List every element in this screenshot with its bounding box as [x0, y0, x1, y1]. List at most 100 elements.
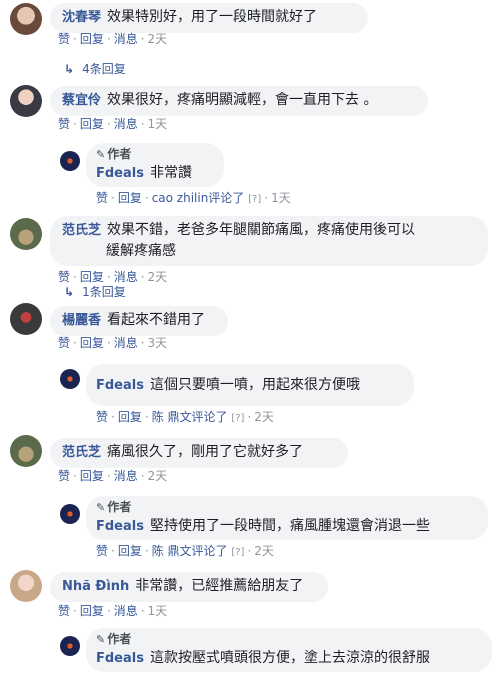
reply-actions: 赞 · 回复 · 陈 鼎文评论了 [?] · 2天	[96, 410, 274, 424]
avatar[interactable]	[10, 435, 42, 467]
reply-button[interactable]: 回复	[80, 270, 104, 284]
reply-author-name[interactable]: Fdeals	[96, 166, 144, 181]
replies-count[interactable]: 1条回复	[82, 285, 126, 299]
comment-actions: 赞 · 回复 · 消息 · 2天	[58, 32, 168, 46]
comment-actions: 赞 · 回复 · 消息 · 2天	[58, 469, 168, 483]
reply-text: 這款按壓式噴頭很方便，塗上去涼涼的很舒服	[149, 650, 430, 666]
reply-arrow-icon: ↳	[64, 285, 75, 299]
reply-arrow-icon: ↳	[64, 62, 75, 76]
author-badge: ✎ 作者	[96, 499, 478, 516]
message-button[interactable]: 消息	[114, 604, 138, 618]
author-label: 作者	[107, 500, 132, 514]
comment-bubble: 范氏芝 效果不錯，老爸多年腿關節痛風，疼痛使用後可以 緩解疼痛感	[50, 216, 488, 266]
like-button[interactable]: 赞	[58, 32, 70, 46]
comment-text: 效果很好，疼痛明顯減輕，會一直用下去 。	[107, 92, 378, 108]
like-button[interactable]: 赞	[96, 410, 108, 424]
commenter-name[interactable]: 蔡宜伶	[62, 93, 101, 108]
reply-text: 堅持使用了一段時間，痛風腫塊還會消退一些	[149, 518, 430, 534]
reply-text: 這個只要噴一噴，用起來很方便哦	[149, 377, 360, 393]
commenter-name[interactable]: 范氏芝	[62, 223, 101, 238]
reply-bubble: ✎ 作者 Fdeals 這款按壓式噴頭很方便，塗上去涼涼的很舒服	[86, 628, 492, 672]
timestamp[interactable]: 2天	[148, 270, 168, 284]
commenter-name[interactable]: 沈春琴	[62, 10, 101, 25]
pencil-icon: ✎	[96, 501, 106, 514]
reply-button[interactable]: 回复	[80, 117, 104, 131]
author-badge: ✎ 作者	[96, 146, 214, 163]
like-button[interactable]: 赞	[96, 191, 108, 205]
reply-text: 非常讚	[149, 165, 192, 181]
like-button[interactable]: 赞	[58, 469, 70, 483]
help-marker[interactable]: [?]	[231, 547, 244, 558]
reply-button[interactable]: 回复	[80, 604, 104, 618]
reply-button[interactable]: 回复	[80, 336, 104, 350]
comment-text: 看起來不錯用了	[107, 312, 206, 328]
comment-text: 效果不錯，老爸多年腿關節痛風，疼痛使用後可以	[107, 222, 416, 238]
commented-by[interactable]: 陈 鼎文评论了	[152, 410, 228, 424]
reply-button[interactable]: 回复	[80, 469, 104, 483]
page-avatar[interactable]	[60, 151, 80, 171]
timestamp[interactable]: 2天	[148, 469, 168, 483]
comment-text: 非常讚，已經推薦給朋友了	[135, 578, 304, 594]
reply-button[interactable]: 回复	[118, 410, 142, 424]
message-button[interactable]: 消息	[114, 117, 138, 131]
replies-count[interactable]: 4条回复	[82, 62, 126, 76]
commenter-name[interactable]: 楊麗香	[62, 313, 101, 328]
comment-text: 效果特別好，用了一段時間就好了	[107, 9, 318, 25]
like-button[interactable]: 赞	[96, 544, 108, 558]
reply-bubble: ✎ 作者 Fdeals 堅持使用了一段時間，痛風腫塊還會消退一些	[86, 496, 488, 540]
comment-bubble: Nhã Đình 非常讚，已經推薦給朋友了	[50, 572, 328, 602]
author-label: 作者	[107, 147, 132, 161]
reply-author-name[interactable]: Fdeals	[96, 519, 144, 534]
reply-button[interactable]: 回复	[80, 32, 104, 46]
comment-actions: 赞 · 回复 · 消息 · 1天	[58, 604, 168, 618]
comment-actions: 赞 · 回复 · 消息 · 2天	[58, 270, 168, 284]
timestamp[interactable]: 1天	[271, 191, 291, 205]
comment-actions: 赞 · 回复 · 消息 · 1天	[58, 117, 168, 131]
reply-bubble: Fdeals 這個只要噴一噴，用起來很方便哦	[86, 364, 414, 406]
view-replies-link[interactable]: ↳ 1条回复	[64, 284, 126, 300]
comment-bubble: 范氏芝 痛風很久了，剛用了它就好多了	[50, 438, 348, 468]
avatar[interactable]	[10, 303, 42, 335]
like-button[interactable]: 赞	[58, 604, 70, 618]
view-replies-link[interactable]: ↳ 4条回复	[64, 61, 126, 77]
comment-text: 痛風很久了，剛用了它就好多了	[107, 444, 304, 460]
like-button[interactable]: 赞	[58, 117, 70, 131]
like-button[interactable]: 赞	[58, 336, 70, 350]
author-label: 作者	[107, 632, 132, 646]
message-button[interactable]: 消息	[114, 336, 138, 350]
comment-bubble: 蔡宜伶 效果很好，疼痛明顯減輕，會一直用下去 。	[50, 86, 428, 116]
timestamp[interactable]: 2天	[254, 410, 274, 424]
page-avatar[interactable]	[60, 369, 80, 389]
timestamp[interactable]: 1天	[148, 604, 168, 618]
commented-by[interactable]: cao zhilin评论了	[152, 191, 245, 205]
comment-text-continued: 緩解疼痛感	[106, 243, 176, 259]
help-marker[interactable]: [?]	[231, 413, 244, 424]
comment-bubble: 楊麗香 看起來不錯用了	[50, 306, 228, 336]
help-marker[interactable]: [?]	[248, 194, 261, 205]
commenter-name[interactable]: 范氏芝	[62, 445, 101, 460]
reply-author-name[interactable]: Fdeals	[96, 378, 144, 393]
avatar[interactable]	[10, 3, 42, 35]
timestamp[interactable]: 3天	[148, 336, 168, 350]
pencil-icon: ✎	[96, 633, 106, 646]
comment-actions: 赞 · 回复 · 消息 · 3天	[58, 336, 168, 350]
message-button[interactable]: 消息	[114, 32, 138, 46]
avatar[interactable]	[10, 85, 42, 117]
reply-author-name[interactable]: Fdeals	[96, 651, 144, 666]
page-avatar[interactable]	[60, 636, 80, 656]
reply-button[interactable]: 回复	[118, 544, 142, 558]
pencil-icon: ✎	[96, 148, 106, 161]
timestamp[interactable]: 2天	[254, 544, 274, 558]
like-button[interactable]: 赞	[58, 270, 70, 284]
commented-by[interactable]: 陈 鼎文评论了	[152, 544, 228, 558]
message-button[interactable]: 消息	[114, 270, 138, 284]
message-button[interactable]: 消息	[114, 469, 138, 483]
avatar[interactable]	[10, 570, 42, 602]
timestamp[interactable]: 1天	[148, 117, 168, 131]
timestamp[interactable]: 2天	[148, 32, 168, 46]
commenter-name[interactable]: Nhã Đình	[62, 579, 129, 594]
reply-button[interactable]: 回复	[118, 191, 142, 205]
avatar[interactable]	[10, 218, 42, 250]
author-badge: ✎ 作者	[96, 631, 482, 648]
page-avatar[interactable]	[60, 504, 80, 524]
